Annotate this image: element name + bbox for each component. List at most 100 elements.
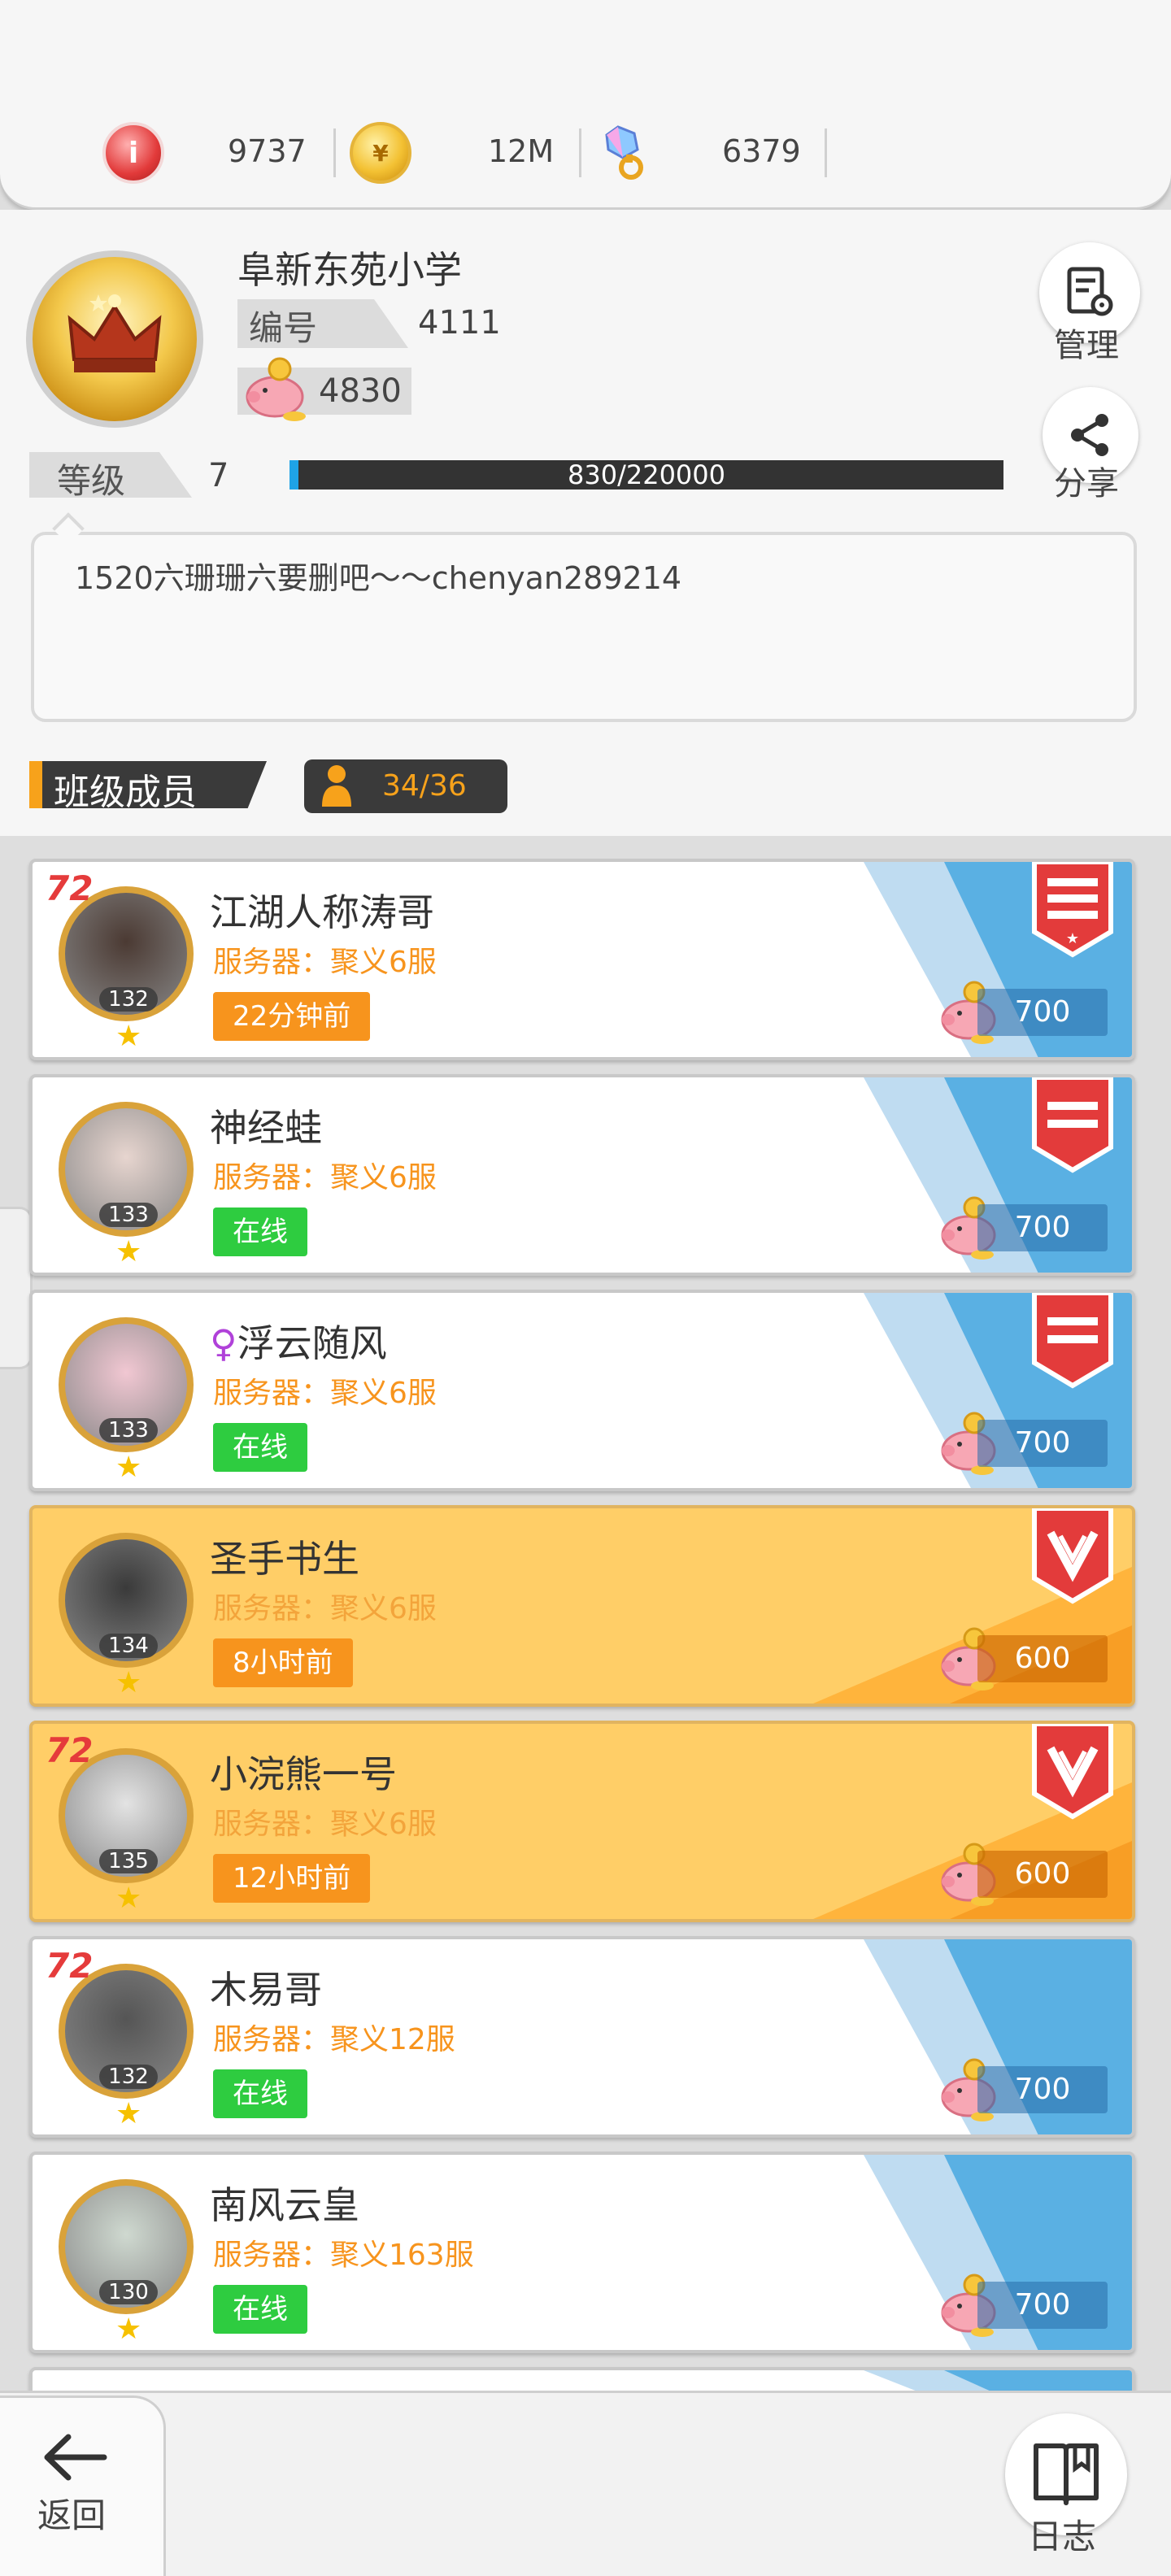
vip-badge: 72 bbox=[46, 1730, 94, 1770]
member-level: 132 bbox=[99, 987, 158, 1012]
elite-icon bbox=[1032, 1724, 1113, 1820]
member-server: 服务器：聚义6服 bbox=[213, 1161, 437, 1194]
member-name-row: 小浣熊一号 bbox=[210, 1745, 397, 1799]
member-avatar[interactable]: 133 ★ bbox=[41, 1084, 211, 1268]
book-icon bbox=[1034, 2443, 1099, 2505]
member-avatar[interactable]: 133 ★ bbox=[41, 1299, 211, 1484]
divider bbox=[579, 128, 581, 177]
member-count: 34/36 bbox=[382, 769, 467, 803]
member-avatar[interactable]: 130 ★ bbox=[41, 2161, 211, 2346]
motto-text: 1520六珊珊六要删吧～～chenyan289214 bbox=[75, 560, 682, 596]
member-level: 135 bbox=[99, 1849, 158, 1873]
svg-text:★: ★ bbox=[1066, 930, 1079, 947]
piggy-bank-icon bbox=[246, 357, 306, 421]
member-level: 134 bbox=[99, 1634, 158, 1658]
member-score: 700 bbox=[977, 1420, 1108, 1467]
officer-icon bbox=[1032, 1293, 1113, 1389]
member-name-row: 江湖人称涛哥 bbox=[210, 883, 434, 937]
xp-progress-bar: 830/220000 bbox=[289, 460, 1003, 490]
school-badge bbox=[26, 250, 203, 428]
member-avatar[interactable]: 135 72 ★ bbox=[41, 1730, 211, 1915]
member-avatar[interactable]: 132 72 ★ bbox=[41, 868, 211, 1053]
crown-icon bbox=[67, 294, 162, 372]
member-avatar[interactable]: 134 ★ bbox=[41, 1515, 211, 1699]
members-section-title: 班级成员 bbox=[54, 772, 197, 813]
back-label[interactable]: 返回 bbox=[37, 2488, 106, 2538]
officer-icon bbox=[1032, 1077, 1113, 1173]
star-icon: ★ bbox=[115, 1020, 142, 1053]
currency-bar bbox=[0, 0, 1171, 210]
member-name-row: 木易哥 bbox=[210, 1960, 322, 2014]
female-icon: ♀ bbox=[210, 1321, 237, 1365]
member-server: 服务器：聚义163服 bbox=[213, 2239, 474, 2272]
member-level: 132 bbox=[99, 2065, 158, 2089]
share-icon bbox=[1071, 414, 1108, 456]
member-status: 在线 bbox=[213, 2069, 307, 2118]
manage-label[interactable]: 管理 bbox=[1054, 319, 1119, 366]
member-status: 在线 bbox=[213, 1423, 307, 1472]
crystal-value: 6379 bbox=[722, 133, 801, 169]
member-name: 江湖人称涛哥 bbox=[210, 890, 434, 934]
member-level: 130 bbox=[99, 2280, 158, 2304]
member-score: 600 bbox=[977, 1851, 1108, 1898]
manage-icon bbox=[1067, 267, 1113, 316]
level-label: 等级 bbox=[57, 461, 126, 501]
member-score: 700 bbox=[977, 2066, 1108, 2113]
share-label[interactable]: 分享 bbox=[1054, 457, 1119, 504]
star-icon: ★ bbox=[115, 2313, 142, 2346]
section-title-accent bbox=[29, 761, 42, 808]
member-name: 木易哥 bbox=[210, 1968, 322, 2012]
back-arrow-icon bbox=[44, 2434, 107, 2481]
back-button[interactable] bbox=[0, 2395, 166, 2576]
member-status: 8小时前 bbox=[213, 1638, 353, 1687]
member-card[interactable]: 132 72 ★ 江湖人称涛哥 服务器：聚义6服 22分钟前 700 ★ bbox=[29, 859, 1135, 1060]
xp-progress-text: 830/220000 bbox=[567, 459, 725, 490]
member-level: 133 bbox=[99, 1203, 158, 1227]
crystal-key-icon[interactable] bbox=[594, 120, 655, 185]
member-server: 服务器：聚义6服 bbox=[213, 1592, 437, 1625]
log-label[interactable]: 日志 bbox=[1028, 2509, 1096, 2559]
member-score: 600 bbox=[977, 1635, 1108, 1682]
vip-badge: 72 bbox=[46, 868, 94, 908]
member-avatar[interactable]: 132 72 ★ bbox=[41, 1946, 211, 2130]
member-card[interactable]: 133 ★ 神经蛙服务器：聚义6服在线 700 bbox=[29, 1074, 1135, 1276]
member-name: 小浣熊一号 bbox=[210, 1752, 397, 1796]
divider bbox=[333, 128, 336, 177]
member-level: 133 bbox=[99, 1418, 158, 1442]
member-card[interactable]: 130 ★ 南风云皇 服务器：聚义163服 在线 700 bbox=[29, 2152, 1135, 2353]
member-score: 700 bbox=[977, 2282, 1108, 2329]
member-name: 圣手书生 bbox=[210, 1537, 359, 1581]
member-card[interactable]: 132 72 ★ 木易哥服务器：聚义12服在线 700 bbox=[29, 1936, 1135, 2138]
edge-tab[interactable] bbox=[0, 1207, 33, 1369]
id-value: 4111 bbox=[418, 304, 501, 342]
member-card[interactable]: 135 72 ★ 小浣熊一号 服务器：聚义6服 12小时前 600 bbox=[29, 1721, 1135, 1922]
star-icon: ★ bbox=[115, 1451, 142, 1484]
member-score: 700 bbox=[977, 989, 1108, 1036]
member-name-row: 南风云皇 bbox=[210, 2176, 359, 2230]
divider bbox=[825, 128, 827, 177]
leader-icon: ★ bbox=[1032, 862, 1113, 958]
bottom-bar bbox=[0, 2391, 1171, 2576]
member-name: 浮云随风 bbox=[237, 1321, 387, 1365]
member-card[interactable]: 133 ★ ♀浮云随风 服务器：聚义6服 在线 700 bbox=[29, 1290, 1135, 1491]
star-icon: ★ bbox=[115, 1235, 142, 1268]
member-status: 在线 bbox=[213, 1208, 307, 1256]
school-name: 阜新东苑小学 bbox=[237, 248, 462, 292]
gold-value: 12M bbox=[488, 133, 555, 169]
member-name-row: 神经蛙 bbox=[210, 1099, 322, 1152]
member-name: 神经蛙 bbox=[210, 1106, 322, 1150]
star-icon: ★ bbox=[115, 2097, 142, 2130]
level-value: 7 bbox=[208, 457, 229, 494]
gold-coin-icon[interactable]: ¥ bbox=[350, 120, 411, 185]
id-label: 编号 bbox=[249, 308, 318, 348]
member-card[interactable]: 134 ★ 圣手书生服务器：聚义6服 8小时前 600 bbox=[29, 1505, 1135, 1707]
gem-icon[interactable]: i bbox=[102, 120, 164, 185]
elite-icon bbox=[1032, 1508, 1113, 1604]
star-icon: ★ bbox=[115, 1666, 142, 1699]
member-server: 服务器：聚义12服 bbox=[213, 2023, 455, 2056]
member-name: 南风云皇 bbox=[210, 2183, 359, 2227]
pig-score-value: 4830 bbox=[319, 372, 402, 410]
member-score: 700 bbox=[977, 1204, 1108, 1251]
person-icon bbox=[322, 765, 351, 807]
member-name-row: 圣手书生 bbox=[210, 1530, 359, 1583]
